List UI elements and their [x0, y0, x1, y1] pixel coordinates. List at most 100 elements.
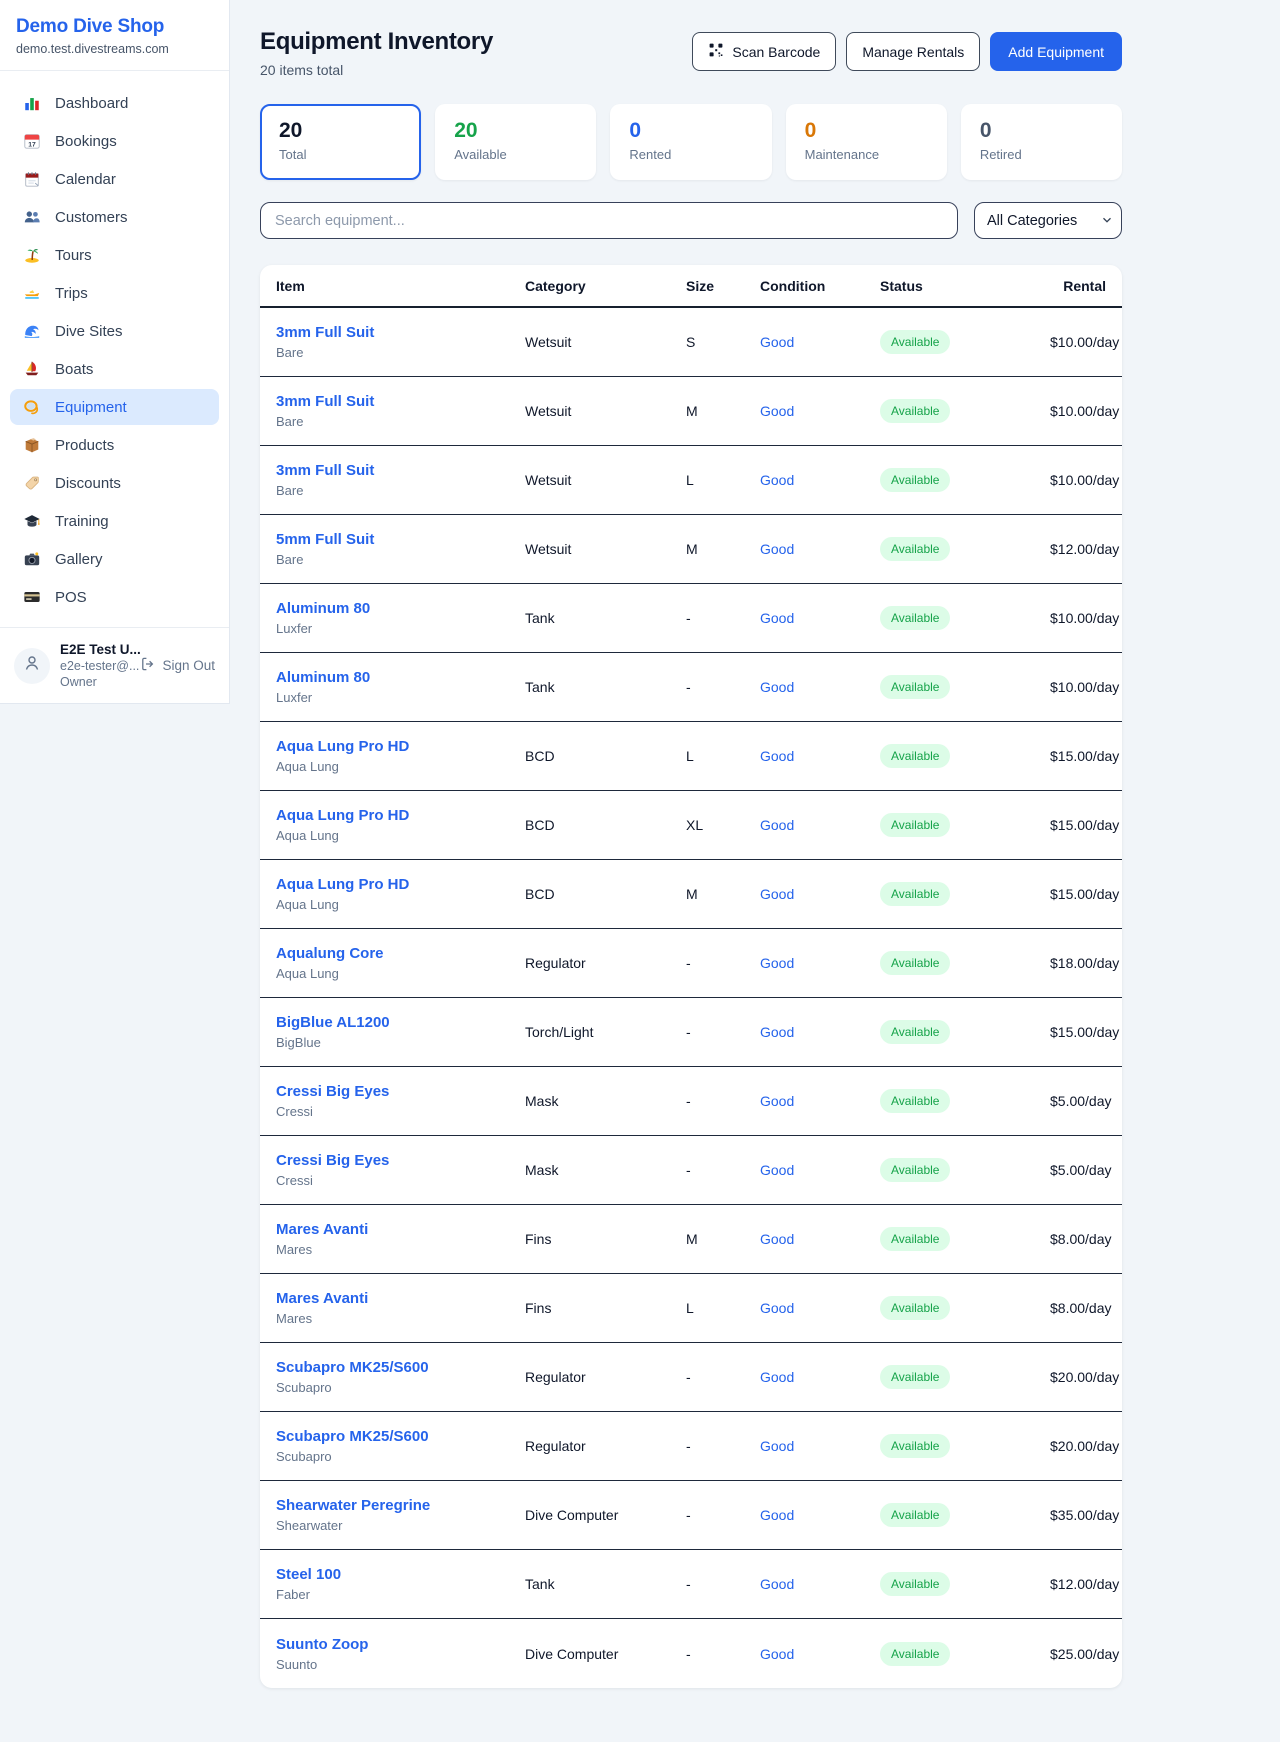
sidebar-item-label: Discounts	[55, 475, 121, 492]
condition-link[interactable]: Good	[760, 1369, 880, 1385]
table-row: Aluminum 80LuxferTank-GoodAvailable$10.0…	[260, 584, 1122, 653]
item-name-link[interactable]: Scubapro MK25/S600	[276, 1428, 525, 1445]
condition-link[interactable]: Good	[760, 1576, 880, 1592]
category-select-wrap: All Categories	[974, 202, 1122, 239]
condition-link[interactable]: Good	[760, 472, 880, 488]
item-name-link[interactable]: Aqualung Core	[276, 945, 525, 962]
status-badge: Available	[880, 1089, 950, 1113]
stat-card-total[interactable]: 20Total	[260, 104, 421, 180]
item-name-link[interactable]: BigBlue AL1200	[276, 1014, 525, 1031]
sidebar-item-products[interactable]: Products	[10, 427, 219, 463]
sidebar-nav: Dashboard17BookingsCalendarCustomersTour…	[0, 71, 229, 627]
condition-link[interactable]: Good	[760, 1231, 880, 1247]
condition-link[interactable]: Good	[760, 679, 880, 695]
graduation-cap-icon	[22, 512, 42, 530]
sidebar-item-bookings[interactable]: 17Bookings	[10, 123, 219, 159]
condition-link[interactable]: Good	[760, 1093, 880, 1109]
category-select[interactable]: All Categories	[974, 202, 1122, 239]
item-name-link[interactable]: Aqua Lung Pro HD	[276, 807, 525, 824]
stat-card-available[interactable]: 20Available	[435, 104, 596, 180]
condition-link[interactable]: Good	[760, 1507, 880, 1523]
condition-link[interactable]: Good	[760, 334, 880, 350]
item-brand: Aqua Lung	[276, 897, 525, 912]
stat-card-rented[interactable]: 0Rented	[610, 104, 771, 180]
size-cell: M	[686, 541, 760, 557]
sidebar-item-customers[interactable]: Customers	[10, 199, 219, 235]
sidebar-item-calendar[interactable]: Calendar	[10, 161, 219, 197]
table-row: 5mm Full SuitBareWetsuitMGoodAvailable$1…	[260, 515, 1122, 584]
item-name-link[interactable]: Mares Avanti	[276, 1221, 525, 1238]
stat-card-maintenance[interactable]: 0Maintenance	[786, 104, 947, 180]
item-name-link[interactable]: Scubapro MK25/S600	[276, 1359, 525, 1376]
speedboat-icon	[22, 284, 42, 302]
sidebar-item-pos[interactable]: POS	[10, 579, 219, 615]
item-brand: Mares	[276, 1311, 525, 1326]
condition-link[interactable]: Good	[760, 403, 880, 419]
sidebar-item-discounts[interactable]: Discounts	[10, 465, 219, 501]
condition-link[interactable]: Good	[760, 1646, 880, 1662]
condition-link[interactable]: Good	[760, 817, 880, 833]
item-cell: 3mm Full SuitBare	[276, 324, 525, 360]
rental-cell: $10.00/day	[1050, 472, 1119, 488]
condition-link[interactable]: Good	[760, 955, 880, 971]
stat-card-retired[interactable]: 0Retired	[961, 104, 1122, 180]
status-badge: Available	[880, 882, 950, 906]
sailboat-icon	[22, 360, 42, 378]
item-name-link[interactable]: Suunto Zoop	[276, 1636, 525, 1653]
sidebar-item-boats[interactable]: Boats	[10, 351, 219, 387]
status-cell: Available	[880, 1296, 1050, 1320]
condition-link[interactable]: Good	[760, 1438, 880, 1454]
item-name-link[interactable]: Cressi Big Eyes	[276, 1083, 525, 1100]
sign-out-button[interactable]: Sign Out	[140, 656, 215, 675]
condition-link[interactable]: Good	[760, 1300, 880, 1316]
category-cell: Mask	[525, 1093, 686, 1109]
condition-link[interactable]: Good	[760, 610, 880, 626]
sidebar-item-training[interactable]: Training	[10, 503, 219, 539]
condition-link[interactable]: Good	[760, 748, 880, 764]
condition-link[interactable]: Good	[760, 1162, 880, 1178]
sidebar-item-trips[interactable]: Trips	[10, 275, 219, 311]
condition-link[interactable]: Good	[760, 886, 880, 902]
add-equipment-button[interactable]: Add Equipment	[990, 32, 1122, 71]
size-cell: L	[686, 748, 760, 764]
item-brand: Luxfer	[276, 690, 525, 705]
page-title-block: Equipment Inventory 20 items total	[260, 28, 493, 78]
category-cell: Wetsuit	[525, 472, 686, 488]
rental-cell: $5.00/day	[1050, 1093, 1112, 1109]
item-name-link[interactable]: 3mm Full Suit	[276, 324, 525, 341]
item-name-link[interactable]: 5mm Full Suit	[276, 531, 525, 548]
condition-link[interactable]: Good	[760, 1024, 880, 1040]
brand-name[interactable]: Demo Dive Shop	[16, 16, 213, 38]
item-name-link[interactable]: Aluminum 80	[276, 669, 525, 686]
sidebar-item-equipment[interactable]: Equipment	[10, 389, 219, 425]
condition-link[interactable]: Good	[760, 541, 880, 557]
item-name-link[interactable]: Aluminum 80	[276, 600, 525, 617]
item-brand: Bare	[276, 414, 525, 429]
rental-cell: $35.00/day	[1050, 1507, 1119, 1523]
item-name-link[interactable]: Cressi Big Eyes	[276, 1152, 525, 1169]
item-name-link[interactable]: Steel 100	[276, 1566, 525, 1583]
sidebar-item-tours[interactable]: Tours	[10, 237, 219, 273]
sidebar-item-gallery[interactable]: Gallery	[10, 541, 219, 577]
item-name-link[interactable]: Aqua Lung Pro HD	[276, 738, 525, 755]
column-header-size: Size	[686, 278, 760, 294]
sidebar-item-label: Products	[55, 437, 114, 454]
manage-rentals-button[interactable]: Manage Rentals	[846, 32, 980, 71]
search-input[interactable]	[260, 202, 958, 239]
equipment-table: ItemCategorySizeConditionStatusRental 3m…	[260, 265, 1122, 1688]
sidebar-item-dashboard[interactable]: Dashboard	[10, 85, 219, 121]
stat-value: 0	[980, 119, 1103, 143]
item-brand: Aqua Lung	[276, 828, 525, 843]
scan-barcode-button[interactable]: Scan Barcode	[692, 32, 836, 71]
item-name-link[interactable]: Shearwater Peregrine	[276, 1497, 525, 1514]
status-cell: Available	[880, 1158, 1050, 1182]
status-cell: Available	[880, 675, 1050, 699]
item-name-link[interactable]: Mares Avanti	[276, 1290, 525, 1307]
item-brand: BigBlue	[276, 1035, 525, 1050]
size-cell: L	[686, 1300, 760, 1316]
item-name-link[interactable]: 3mm Full Suit	[276, 393, 525, 410]
logout-icon	[140, 656, 156, 675]
item-name-link[interactable]: 3mm Full Suit	[276, 462, 525, 479]
sidebar-item-dive-sites[interactable]: Dive Sites	[10, 313, 219, 349]
item-name-link[interactable]: Aqua Lung Pro HD	[276, 876, 525, 893]
